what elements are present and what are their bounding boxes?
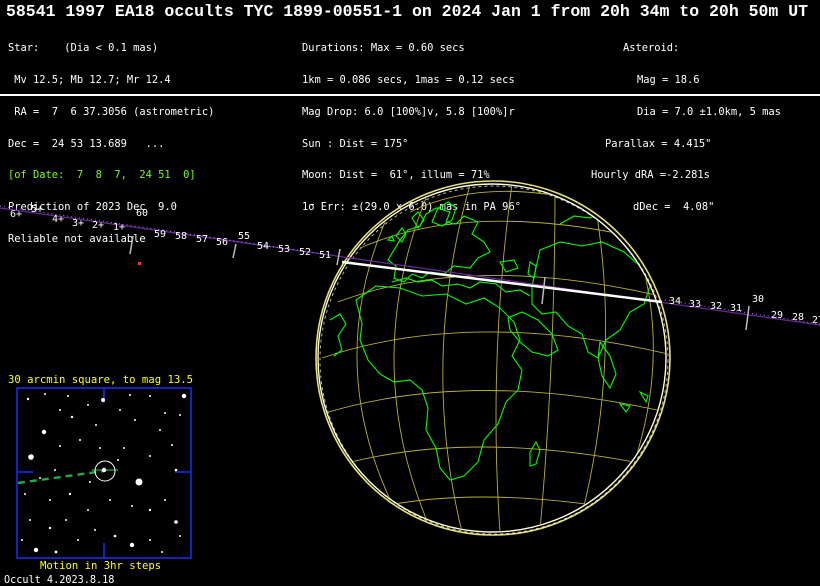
track-label: 1+ [113,222,125,233]
finder-chart-caption: Motion in 3hr steps [40,560,162,572]
track-label: 55 [238,231,250,242]
track-label: 6+ [10,209,22,220]
track-label: 51 [319,250,331,261]
track-label: 56 [216,237,228,248]
track-label: 4+ [52,214,64,225]
observer-marker [138,262,141,265]
track-label: 57 [196,234,208,245]
finder-chart [16,387,192,559]
track-label: 32 [710,301,722,312]
track-label: 3+ [72,218,84,229]
track-label: 5+ [31,204,43,215]
track-label: 60 [136,208,148,219]
globe-limb [317,183,667,533]
track-label: 59 [154,229,166,240]
track-label: 53 [278,244,290,255]
track-label: 34 [669,296,681,307]
track-label: 29 [771,310,783,321]
track-label: 33 [689,299,701,310]
track-label: 2+ [92,220,104,231]
track-label: 58 [175,231,187,242]
globe-limb-dashed [319,185,669,535]
visible-track [341,260,663,304]
track-ticks [129,235,750,331]
finder-stars [21,393,187,554]
track-label: 27 [812,315,820,326]
track-label: 54 [257,241,269,252]
track-label: 30 [752,294,764,305]
latitude-grid [321,190,665,511]
track-label: 31 [730,303,742,314]
track-label: 52 [299,247,311,258]
asteroid-motion-path [17,469,105,485]
software-version: Occult 4.2023.8.18 [4,575,115,586]
occultation-map: 6+ 5+ 4+ 3+ 2+ 1+ 60 59 58 57 56 55 54 5… [0,180,820,559]
track-label: 28 [792,312,804,323]
finder-chart-title: 30 arcmin square, to mag 13.5 [8,374,193,386]
longitude-grid [356,185,654,531]
